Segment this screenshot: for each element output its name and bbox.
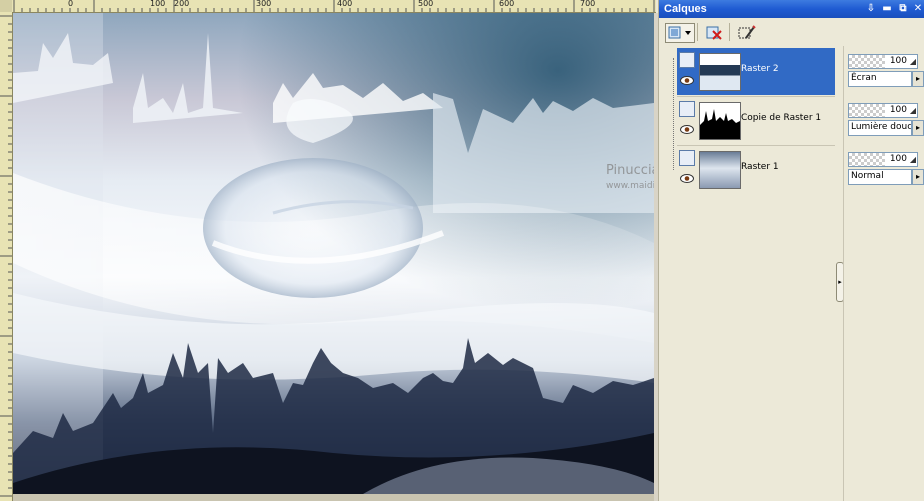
blend-mode-select[interactable]: Normal — [848, 169, 912, 185]
delete-layer-button[interactable] — [703, 23, 727, 43]
layer-type-icon — [679, 150, 695, 166]
opacity-value: 100 — [889, 56, 907, 66]
layer-name[interactable]: Raster 2 — [741, 64, 779, 74]
opacity-checker — [849, 104, 885, 117]
layer-props-copie-raster-1: 100 ◢ Lumière douce ▸ — [848, 98, 924, 138]
blend-mode-dropdown-icon[interactable]: ▸ — [912, 169, 924, 185]
layer-name[interactable]: Copie de Raster 1 — [741, 113, 821, 123]
blend-mode-value: Normal — [851, 171, 884, 181]
layer-thumbnail — [699, 53, 741, 91]
layer-name[interactable]: Raster 1 — [741, 162, 779, 172]
opacity-slider[interactable]: 100 ◢ — [848, 152, 918, 167]
opacity-slider[interactable]: 100 ◢ — [848, 103, 918, 118]
opacity-value: 100 — [889, 105, 907, 115]
opacity-value: 100 — [889, 154, 907, 164]
layer-type-icon — [679, 52, 695, 68]
blend-mode-dropdown-icon[interactable]: ▸ — [912, 120, 924, 136]
blend-mode-select[interactable]: Écran — [848, 71, 912, 87]
pin-icon[interactable]: ⇩ — [865, 3, 877, 15]
blend-mode-dropdown-icon[interactable]: ▸ — [912, 71, 924, 87]
slider-arrow-icon: ◢ — [909, 155, 916, 164]
edit-selection-icon — [738, 25, 756, 39]
layers-panel: Calques ⇩ ▬ ⧉ ✕ Raster 2 Copie de Raster… — [658, 0, 924, 501]
horizontal-scrollbar[interactable] — [13, 494, 654, 501]
vertical-ruler[interactable] — [0, 12, 13, 501]
layer-props-raster-2: 100 ◢ Écran ▸ — [848, 49, 924, 89]
ruler-ticks-vertical — [0, 15, 12, 497]
eye-icon[interactable] — [680, 76, 694, 85]
watermark-url: www.maidiregrafica.eu — [606, 181, 654, 191]
toolbar-separator — [697, 23, 698, 41]
layer-row-copie-raster-1[interactable]: Copie de Raster 1 — [677, 97, 835, 144]
eye-icon[interactable] — [680, 125, 694, 134]
ruler-label-100: 100 — [150, 0, 166, 8]
layer-group-tree-line — [673, 58, 674, 170]
ruler-label-700: 700 — [580, 0, 596, 8]
watermark-name: Pinuccia — [606, 163, 654, 178]
dropdown-arrow-icon — [685, 31, 691, 35]
opacity-checker — [849, 153, 885, 166]
opacity-checker — [849, 55, 885, 68]
new-layer-icon — [668, 26, 691, 39]
blend-mode-value: Écran — [851, 73, 877, 83]
slider-arrow-icon: ◢ — [909, 57, 916, 66]
image-canvas[interactable]: Pinuccia www.maidiregrafica.eu — [13, 13, 654, 494]
ruler-label-600: 600 — [499, 0, 515, 8]
layer-thumbnail — [699, 102, 741, 140]
blend-mode-value: Lumière douce — [851, 122, 912, 132]
layer-props-raster-1: 100 ◢ Normal ▸ — [848, 147, 924, 187]
ruler-label-300: 300 — [256, 0, 272, 8]
ruler-ticks-horizontal — [13, 0, 655, 12]
eye-icon[interactable] — [680, 174, 694, 183]
horizontal-ruler[interactable]: 0 100 200 300 400 500 600 700 — [12, 0, 656, 13]
layer-properties: 100 ◢ Écran ▸ 100 ◢ Lumière douce ▸ 100 … — [843, 46, 924, 501]
ruler-label-0: 0 — [68, 0, 74, 8]
delete-layer-icon — [706, 26, 722, 40]
blend-mode-select[interactable]: Lumière douce — [848, 120, 912, 136]
artwork-image — [13, 13, 654, 494]
layers-toolbar — [659, 19, 924, 45]
ruler-label-500: 500 — [418, 0, 434, 8]
ruler-label-200: 200 — [174, 0, 190, 8]
new-layer-button[interactable] — [665, 23, 695, 43]
minimize-icon[interactable]: ▬ — [881, 3, 893, 15]
edit-selection-button[interactable] — [735, 23, 759, 43]
layer-row-raster-2[interactable]: Raster 2 — [677, 48, 835, 95]
panel-titlebar[interactable]: Calques ⇩ ▬ ⧉ ✕ — [659, 0, 924, 18]
layer-type-icon — [679, 101, 695, 117]
layers-list: Raster 2 Copie de Raster 1 Raster 1 — [665, 46, 837, 501]
slider-arrow-icon: ◢ — [909, 106, 916, 115]
layer-row-raster-1[interactable]: Raster 1 — [677, 146, 835, 193]
panel-title: Calques — [664, 3, 707, 15]
close-icon[interactable]: ✕ — [912, 3, 924, 15]
ruler-label-400: 400 — [337, 0, 353, 8]
layer-thumbnail — [699, 151, 741, 189]
toolbar-separator — [729, 23, 730, 41]
opacity-slider[interactable]: 100 ◢ — [848, 54, 918, 69]
restore-icon[interactable]: ⧉ — [897, 3, 909, 15]
